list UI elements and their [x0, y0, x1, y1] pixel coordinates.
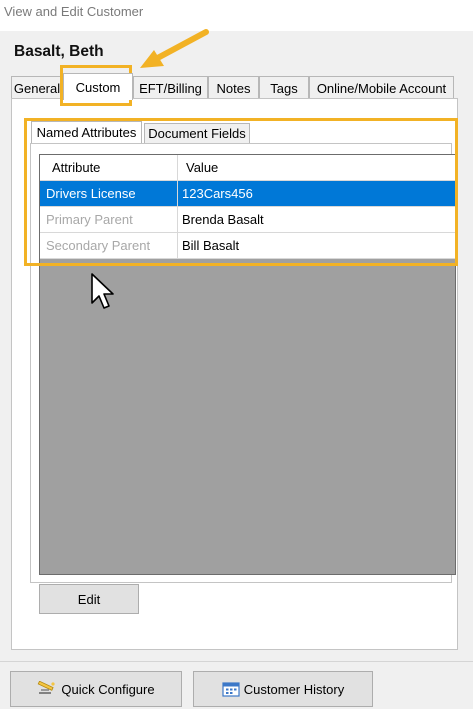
column-header-attribute[interactable]: Attribute [40, 155, 178, 181]
mouse-pointer-icon [91, 273, 114, 309]
wand-icon [37, 681, 57, 697]
quick-configure-label: Quick Configure [61, 681, 155, 697]
edit-button-label: Edit [77, 591, 101, 607]
value-cell[interactable]: Bill Basalt [178, 233, 455, 259]
tab-tags[interactable]: Tags [259, 76, 309, 99]
tab-document-fields[interactable]: Document Fields [144, 123, 250, 143]
tab-general[interactable]: General [11, 76, 63, 99]
grid-header-row: Attribute Value [40, 155, 455, 181]
arrow-icon [140, 29, 209, 68]
customer-history-button[interactable]: Customer History [193, 671, 373, 707]
table-row[interactable]: Drivers License 123Cars456 [40, 181, 455, 207]
table-row[interactable]: Secondary Parent Bill Basalt [40, 233, 455, 259]
edit-button[interactable]: Edit [39, 584, 139, 614]
tab-named-attributes[interactable]: Named Attributes [31, 121, 142, 143]
divider [0, 661, 473, 662]
value-cell[interactable]: Brenda Basalt [178, 207, 455, 233]
column-header-value[interactable]: Value [178, 155, 455, 181]
attribute-cell[interactable]: Primary Parent [40, 207, 178, 233]
window-title: View and Edit Customer [4, 4, 144, 19]
quick-configure-button[interactable]: Quick Configure [10, 671, 182, 707]
attribute-cell[interactable]: Secondary Parent [40, 233, 178, 259]
tab-custom[interactable]: Custom [63, 73, 133, 100]
tab-notes[interactable]: Notes [208, 76, 259, 99]
customer-name: Basalt, Beth [14, 43, 104, 60]
customer-history-label: Customer History [243, 681, 345, 697]
attribute-cell[interactable]: Drivers License [40, 181, 178, 207]
table-row[interactable]: Primary Parent Brenda Basalt [40, 207, 455, 233]
attribute-grid[interactable]: Attribute Value Drivers License 123Cars4… [39, 154, 456, 575]
calendar-icon [222, 681, 240, 697]
tab-online-mobile-account[interactable]: Online/Mobile Account [309, 76, 454, 99]
value-cell[interactable]: 123Cars456 [178, 181, 455, 207]
tab-eft-billing[interactable]: EFT/Billing [133, 76, 208, 99]
